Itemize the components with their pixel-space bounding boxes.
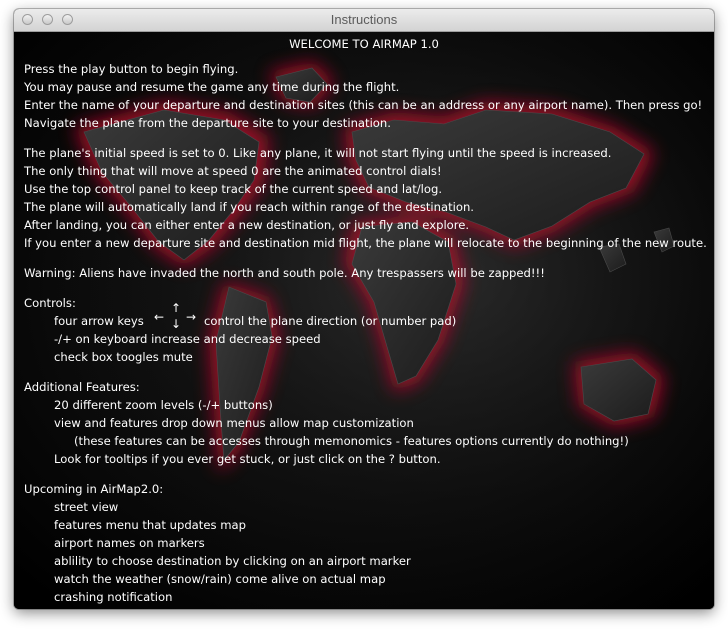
upcoming-item: ablility to choose destination by clicki… [54,554,411,568]
instructions-text: WELCOME TO AIRMAP 1.0 Press the play but… [14,32,714,609]
intro-line: You may pause and resume the game any ti… [24,80,400,94]
instructions-content: WELCOME TO AIRMAP 1.0 Press the play but… [14,32,714,609]
arrow-keys-description: control the plane direction (or number p… [204,314,457,328]
upcoming-heading: Upcoming in AirMap2.0: [24,482,164,496]
additional-features-heading: Additional Features: [24,380,140,394]
right-arrow-icon: → [186,310,197,324]
upcoming-item: airport names on markers [54,536,205,550]
menus-text: view and features drop down menus allow … [54,416,414,430]
speed-note-line: If you enter a new departure site and de… [24,236,707,250]
instructions-window: Instructions WELCOME TO AIRMAP 1.0 Press… [14,9,714,609]
arrow-keys-icon: ← ↑ ↓ → [154,302,198,332]
up-arrow-icon: ↑ [171,301,182,315]
title-bar[interactable]: Instructions [14,9,714,32]
mute-text: check box toogles mute [54,350,193,364]
speed-note-line: After landing, you can either enter a ne… [24,218,470,232]
menus-note-text: (these features can be accesses through … [74,434,629,448]
left-arrow-icon: ← [154,310,165,324]
tooltips-text: Look for tooltips if you ever get stuck,… [54,452,441,466]
warning-text: Warning: Aliens have invaded the north a… [24,266,545,280]
speed-note-line: The plane will automatically land if you… [24,200,474,214]
speed-note-line: The only thing that will move at speed 0… [24,164,442,178]
speed-note-line: The plane's initial speed is set to 0. L… [24,146,612,160]
upcoming-item: watch the weather (snow/rain) come alive… [54,572,386,586]
zoom-levels-text: 20 different zoom levels (-/+ buttons) [54,398,273,412]
instructions-heading: WELCOME TO AIRMAP 1.0 [289,37,439,51]
intro-line: Navigate the plane from the departure si… [24,116,391,130]
speed-note-line: Use the top control panel to keep track … [24,182,443,196]
upcoming-item: crashing notification [54,590,173,604]
intro-line: Press the play button to begin flying. [24,62,239,76]
intro-line: Enter the name of your departure and des… [24,98,703,112]
speed-keys-text: -/+ on keyboard increase and decrease sp… [54,332,321,346]
arrow-keys-label: four arrow keys [54,314,144,328]
upcoming-item: features menu that updates map [54,518,246,532]
window-title: Instructions [330,12,398,27]
controls-heading: Controls: [24,296,76,310]
upcoming-item: street view [54,500,119,514]
down-arrow-icon: ↓ [171,317,182,331]
